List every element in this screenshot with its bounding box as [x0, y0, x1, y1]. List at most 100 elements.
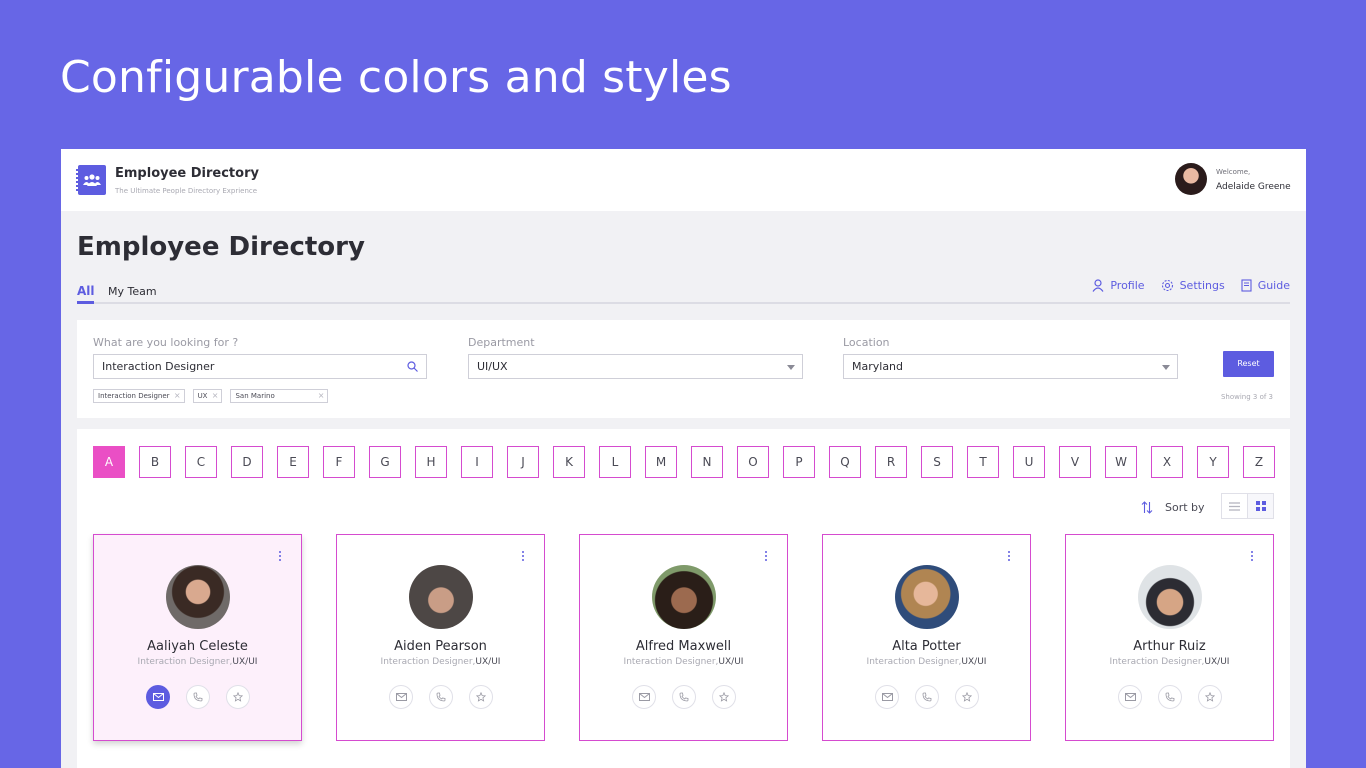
- search-icon[interactable]: [407, 361, 418, 372]
- star-icon: [719, 692, 729, 702]
- employee-card[interactable]: Alta Potter Interaction Designer,UX/UI: [822, 534, 1031, 741]
- alphabet-filter: ABCDEFGHIJKLMNOPQRSTUVWXYZ: [93, 446, 1275, 478]
- email-button[interactable]: [1118, 685, 1142, 709]
- star-icon: [233, 692, 243, 702]
- search-input[interactable]: Interaction Designer: [93, 354, 427, 379]
- letter-filter-v[interactable]: V: [1059, 446, 1091, 478]
- settings-link[interactable]: Settings: [1161, 279, 1225, 292]
- directory-listing: ABCDEFGHIJKLMNOPQRSTUVWXYZ Sort by Aaliy…: [77, 429, 1290, 768]
- close-icon[interactable]: ×: [212, 391, 219, 400]
- email-button[interactable]: [632, 685, 656, 709]
- tab-all[interactable]: All: [77, 284, 95, 298]
- grid-view-button[interactable]: [1247, 494, 1273, 518]
- employee-card[interactable]: Arthur Ruiz Interaction Designer,UX/UI: [1065, 534, 1274, 741]
- settings-link-label: Settings: [1179, 279, 1225, 292]
- letter-filter-a[interactable]: A: [93, 446, 125, 478]
- filter-chips: Interaction Designer × UX × San Marino ×: [93, 389, 329, 403]
- favorite-button[interactable]: [955, 685, 979, 709]
- email-button[interactable]: [389, 685, 413, 709]
- letter-filter-k[interactable]: K: [553, 446, 585, 478]
- list-view-button[interactable]: [1222, 494, 1247, 518]
- close-icon[interactable]: ×: [318, 391, 325, 400]
- favorite-button[interactable]: [712, 685, 736, 709]
- letter-filter-h[interactable]: H: [415, 446, 447, 478]
- more-options-icon[interactable]: [522, 549, 524, 563]
- card-actions: [875, 685, 979, 709]
- more-options-icon[interactable]: [279, 549, 281, 563]
- app-window: Employee Directory The Ultimate People D…: [61, 149, 1306, 768]
- mail-icon: [881, 693, 893, 701]
- employee-name: Arthur Ruiz: [1133, 639, 1206, 654]
- letter-filter-u[interactable]: U: [1013, 446, 1045, 478]
- more-options-icon[interactable]: [1251, 549, 1253, 563]
- letter-filter-m[interactable]: M: [645, 446, 677, 478]
- call-button[interactable]: [915, 685, 939, 709]
- phone-icon: [679, 692, 689, 702]
- letter-filter-b[interactable]: B: [139, 446, 171, 478]
- letter-filter-y[interactable]: Y: [1197, 446, 1229, 478]
- phone-icon: [1165, 692, 1175, 702]
- tab-active-indicator: [77, 301, 94, 304]
- tab-my-team[interactable]: My Team: [108, 285, 157, 298]
- employee-photo: [409, 565, 473, 629]
- role-department: UX/UI: [475, 657, 501, 667]
- list-icon: [1229, 501, 1241, 511]
- user-name[interactable]: Adelaide Greene: [1216, 182, 1291, 192]
- more-options-icon[interactable]: [765, 549, 767, 563]
- letter-filter-w[interactable]: W: [1105, 446, 1137, 478]
- letter-filter-o[interactable]: O: [737, 446, 769, 478]
- app-title: Employee Directory: [115, 166, 259, 181]
- call-button[interactable]: [672, 685, 696, 709]
- card-actions: [389, 685, 493, 709]
- star-icon: [1205, 692, 1215, 702]
- letter-filter-d[interactable]: D: [231, 446, 263, 478]
- sort-icon[interactable]: [1141, 501, 1153, 514]
- letter-filter-s[interactable]: S: [921, 446, 953, 478]
- call-button[interactable]: [429, 685, 453, 709]
- location-select[interactable]: Maryland: [843, 354, 1178, 379]
- letter-filter-i[interactable]: I: [461, 446, 493, 478]
- employee-photo: [166, 565, 230, 629]
- department-select[interactable]: UI/UX: [468, 354, 803, 379]
- letter-filter-z[interactable]: Z: [1243, 446, 1275, 478]
- user-avatar[interactable]: [1175, 163, 1207, 195]
- employee-card[interactable]: Aaliyah Celeste Interaction Designer,UX/…: [93, 534, 302, 741]
- letter-filter-p[interactable]: P: [783, 446, 815, 478]
- letter-filter-x[interactable]: X: [1151, 446, 1183, 478]
- directory-logo-icon: [76, 165, 106, 195]
- letter-filter-t[interactable]: T: [967, 446, 999, 478]
- letter-filter-e[interactable]: E: [277, 446, 309, 478]
- call-button[interactable]: [186, 685, 210, 709]
- favorite-button[interactable]: [1198, 685, 1222, 709]
- more-options-icon[interactable]: [1008, 549, 1010, 563]
- favorite-button[interactable]: [469, 685, 493, 709]
- guide-link[interactable]: Guide: [1241, 279, 1290, 292]
- profile-link[interactable]: Profile: [1092, 279, 1145, 292]
- chevron-down-icon: [1162, 365, 1170, 370]
- employee-card[interactable]: Aiden Pearson Interaction Designer,UX/UI: [336, 534, 545, 741]
- close-icon[interactable]: ×: [174, 391, 181, 400]
- card-actions: [632, 685, 736, 709]
- sort-by-label[interactable]: Sort by: [1165, 501, 1205, 514]
- call-button[interactable]: [1158, 685, 1182, 709]
- favorite-button[interactable]: [226, 685, 250, 709]
- letter-filter-j[interactable]: J: [507, 446, 539, 478]
- letter-filter-g[interactable]: G: [369, 446, 401, 478]
- mail-icon: [1124, 693, 1136, 701]
- email-button[interactable]: [875, 685, 899, 709]
- app-subtitle: The Ultimate People Directory Exprience: [115, 187, 258, 195]
- letter-filter-q[interactable]: Q: [829, 446, 861, 478]
- mail-icon: [395, 693, 407, 701]
- role-title: Interaction Designer,: [137, 657, 233, 667]
- gear-icon: [1161, 279, 1173, 292]
- welcome-text: Welcome,: [1216, 168, 1251, 176]
- role-title: Interaction Designer,: [380, 657, 476, 667]
- reset-button[interactable]: Reset: [1223, 351, 1274, 377]
- letter-filter-n[interactable]: N: [691, 446, 723, 478]
- letter-filter-l[interactable]: L: [599, 446, 631, 478]
- email-button[interactable]: [146, 685, 170, 709]
- letter-filter-r[interactable]: R: [875, 446, 907, 478]
- employee-card[interactable]: Alfred Maxwell Interaction Designer,UX/U…: [579, 534, 788, 741]
- letter-filter-c[interactable]: C: [185, 446, 217, 478]
- letter-filter-f[interactable]: F: [323, 446, 355, 478]
